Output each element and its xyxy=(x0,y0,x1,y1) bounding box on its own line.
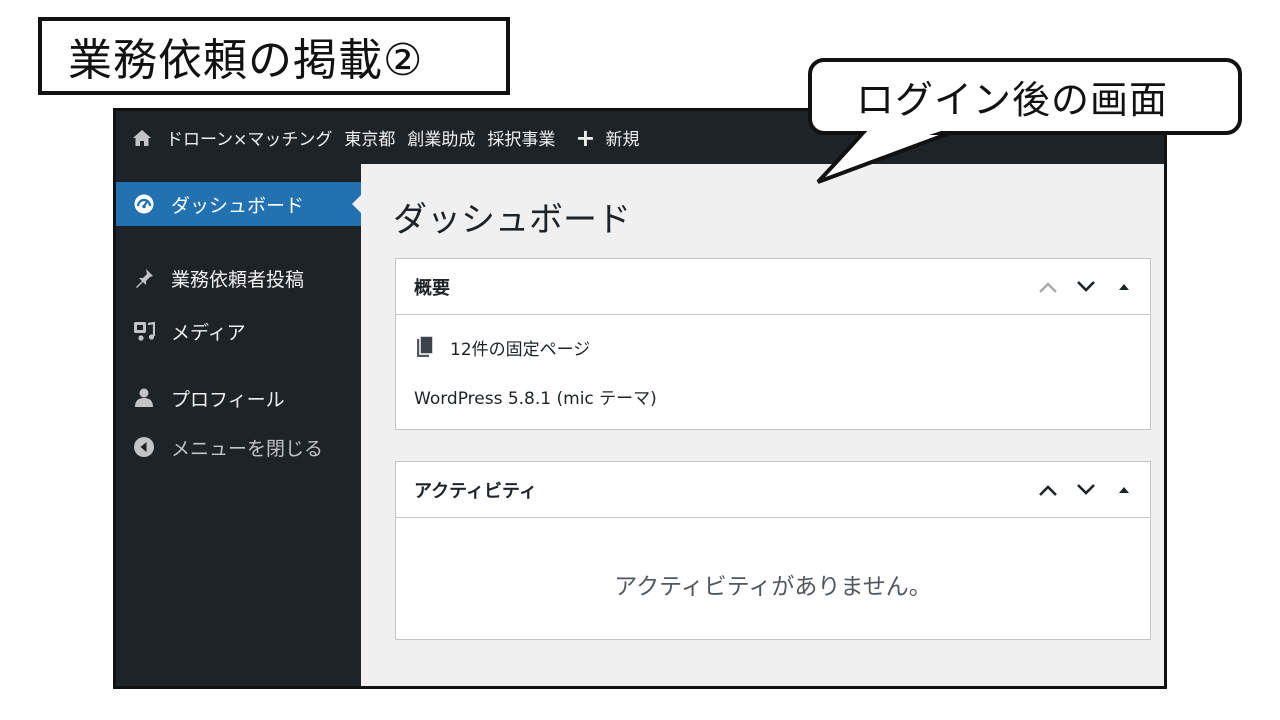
pages-count-row[interactable]: 12件の固定ページ xyxy=(396,332,1150,362)
admin-bar-home[interactable] xyxy=(116,111,160,164)
sidebar-item-label: メニューを閉じる xyxy=(171,437,324,460)
pin-icon xyxy=(131,267,157,289)
page-icon xyxy=(416,336,436,358)
callout-bubble: ログイン後の画面 xyxy=(808,58,1242,135)
wp-admin-screenshot: ドローン×マッチング 東京都 創業助成 採択事業 + 新規 ダッシュボード 業務… xyxy=(113,108,1167,689)
sidebar-item-label: ダッシュボード xyxy=(171,194,305,217)
media-icon xyxy=(131,320,157,342)
plus-icon[interactable]: + xyxy=(561,111,599,164)
no-activity-message: アクティビティがありません。 xyxy=(614,574,932,600)
collapse-menu-button[interactable]: メニューを閉じる xyxy=(116,425,361,469)
sidebar-item-posts[interactable]: 業務依頼者投稿 xyxy=(116,256,361,300)
move-up-icon[interactable] xyxy=(1036,478,1060,502)
toggle-panel-icon[interactable] xyxy=(1112,275,1136,299)
sidebar-item-label: 業務依頼者投稿 xyxy=(171,268,305,291)
widget-title: 概要 xyxy=(414,277,450,299)
widget-handles xyxy=(1036,259,1136,314)
sidebar-item-dashboard[interactable]: ダッシュボード xyxy=(116,182,361,226)
postbox-header: アクティビティ xyxy=(396,462,1150,518)
home-icon xyxy=(132,128,152,148)
toggle-panel-icon[interactable] xyxy=(1112,478,1136,502)
admin-bar-item-tokyo[interactable]: 東京都 xyxy=(338,111,401,164)
widget-title: アクティビティ xyxy=(414,480,537,502)
pages-count-label: 12件の固定ページ xyxy=(450,339,591,360)
collapse-icon xyxy=(131,436,157,458)
page-title: ダッシュボード xyxy=(393,200,631,240)
move-up-icon[interactable] xyxy=(1036,275,1060,299)
sidebar-item-label: プロフィール xyxy=(171,388,285,411)
sidebar-item-label: メディア xyxy=(171,321,246,344)
admin-bar-item-subsidy[interactable]: 創業助成 xyxy=(401,111,481,164)
move-down-icon[interactable] xyxy=(1074,478,1098,502)
admin-sidebar: ダッシュボード 業務依頼者投稿 メディア プロフィール メニューを閉じる xyxy=(116,164,361,686)
main-content: ダッシュボード 概要 12件の固定ページ WordPress 5.8.1 (mi… xyxy=(361,164,1164,686)
admin-bar-item-adopted[interactable]: 採択事業 xyxy=(481,111,561,164)
admin-bar-site-name[interactable]: ドローン×マッチング xyxy=(160,111,338,164)
activity-widget: アクティビティ アクティビティがありません。 xyxy=(395,461,1151,640)
dashboard-icon xyxy=(131,193,157,215)
admin-bar-new[interactable]: 新規 xyxy=(600,111,646,164)
callout-text: ログイン後の画面 xyxy=(856,78,1169,122)
widget-handles xyxy=(1036,462,1136,517)
slide-title: 業務依頼の掲載② xyxy=(38,17,510,95)
user-icon xyxy=(131,387,157,409)
move-down-icon[interactable] xyxy=(1074,275,1098,299)
wp-version-text: WordPress 5.8.1 (mic テーマ) xyxy=(414,389,657,409)
sidebar-item-profile[interactable]: プロフィール xyxy=(116,376,361,420)
at-a-glance-widget: 概要 12件の固定ページ WordPress 5.8.1 (mic テーマ) xyxy=(395,258,1151,430)
sidebar-item-media[interactable]: メディア xyxy=(116,309,361,353)
postbox-header: 概要 xyxy=(396,259,1150,315)
